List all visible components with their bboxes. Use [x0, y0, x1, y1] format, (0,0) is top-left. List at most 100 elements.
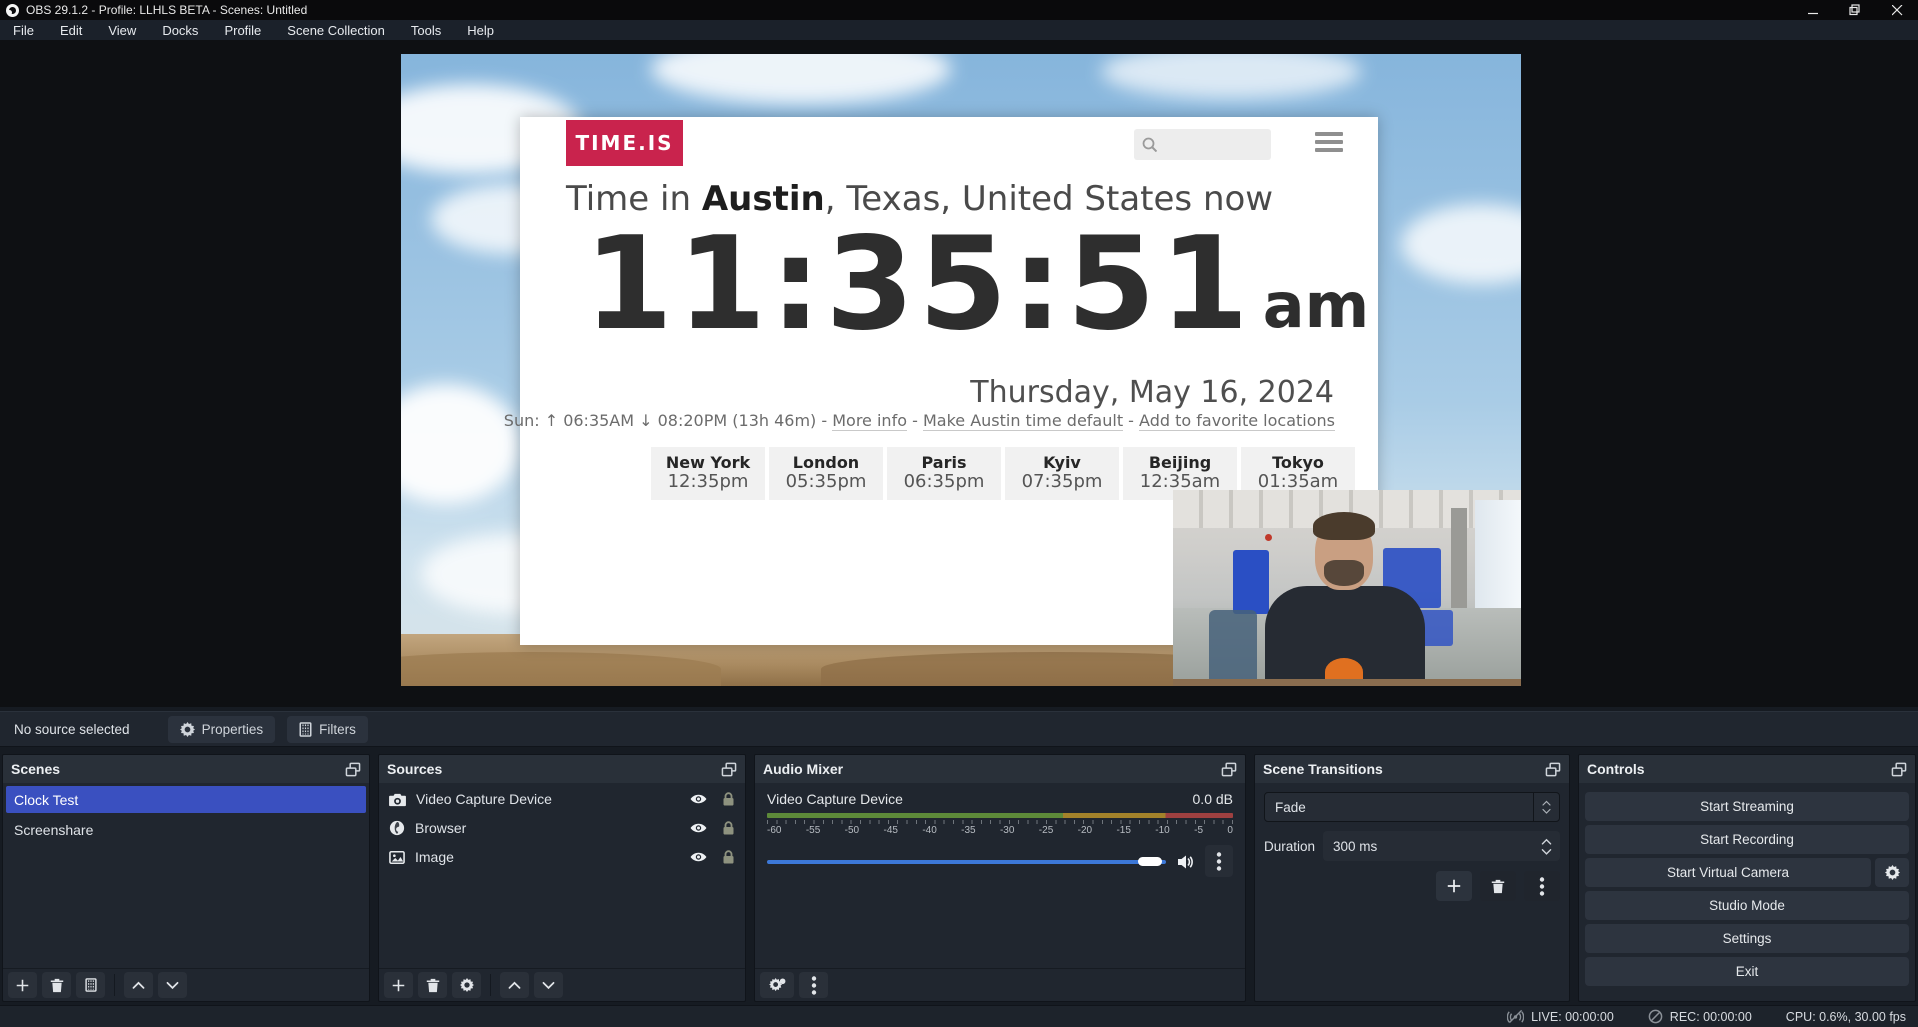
minimize-button[interactable]: [1792, 0, 1834, 20]
hamburger-menu-icon[interactable]: [1315, 130, 1343, 154]
popout-icon[interactable]: [1221, 762, 1237, 777]
more-info-link[interactable]: More info: [832, 411, 907, 431]
sources-panel: Sources Video Capture Device Browser: [378, 754, 746, 1002]
audio-mixer-header[interactable]: Audio Mixer: [755, 755, 1245, 783]
visibility-eye-icon[interactable]: [690, 850, 707, 864]
controls-title: Controls: [1587, 761, 1645, 777]
city-london[interactable]: London05:35pm: [769, 447, 883, 500]
mixer-level-db: 0.0 dB: [1193, 791, 1233, 807]
city-kyiv[interactable]: Kyiv07:35pm: [1005, 447, 1119, 500]
menu-help[interactable]: Help: [454, 20, 507, 40]
move-source-up-button[interactable]: [500, 972, 529, 998]
menu-view[interactable]: View: [95, 20, 149, 40]
chevron-down-icon[interactable]: [1541, 848, 1552, 855]
webcam-desk: [1173, 679, 1521, 686]
chevron-up-icon[interactable]: [1541, 838, 1552, 845]
scene-item-screenshare[interactable]: Screenshare: [6, 816, 366, 843]
virtual-camera-config-button[interactable]: [1875, 858, 1909, 887]
gear-icon: [180, 722, 195, 737]
sources-header[interactable]: Sources: [379, 755, 745, 783]
timeis-logo[interactable]: TIME.IS: [566, 120, 683, 166]
spin-arrows[interactable]: [1536, 838, 1560, 855]
channel-options-kebab-button[interactable]: [1205, 845, 1233, 877]
source-properties-button[interactable]: [452, 972, 481, 998]
scenes-header[interactable]: Scenes: [3, 755, 369, 783]
mixer-toolbar: [755, 968, 1245, 1001]
controls-header[interactable]: Controls: [1579, 755, 1915, 783]
add-source-button[interactable]: [384, 972, 413, 998]
remove-scene-button[interactable]: [42, 972, 71, 998]
audio-mixer-title: Audio Mixer: [763, 761, 843, 777]
menu-scene-collection[interactable]: Scene Collection: [274, 20, 398, 40]
program-canvas[interactable]: TIME.IS Time in Austin, Texas, United St…: [0, 40, 1918, 707]
scene-item-clock-test[interactable]: Clock Test: [6, 786, 366, 813]
scene-filters-button[interactable]: [76, 972, 105, 998]
popout-icon[interactable]: [721, 762, 737, 777]
volume-slider[interactable]: [767, 854, 1166, 868]
add-transition-button[interactable]: [1436, 871, 1472, 901]
meter-tick-labels: -60 -55 -50 -45 -40 -35 -30 -25 -20 -15 …: [767, 825, 1233, 836]
popout-icon[interactable]: [345, 762, 361, 777]
meter-tickmarks: [767, 820, 1233, 824]
transition-select[interactable]: Fade: [1264, 792, 1560, 822]
speaker-icon[interactable]: [1176, 854, 1195, 869]
make-default-link[interactable]: Make Austin time default: [923, 411, 1123, 431]
live-timer: LIVE: 00:00:00: [1531, 1010, 1614, 1024]
lock-icon[interactable]: [722, 850, 735, 864]
tick-label: -30: [1000, 825, 1014, 836]
lock-icon[interactable]: [722, 792, 735, 806]
popout-icon[interactable]: [1545, 762, 1561, 777]
menu-profile[interactable]: Profile: [211, 20, 274, 40]
tick-label: -45: [883, 825, 897, 836]
settings-button[interactable]: Settings: [1585, 924, 1909, 953]
move-source-down-button[interactable]: [534, 972, 563, 998]
tick-label: -20: [1078, 825, 1092, 836]
cloud: [401, 384, 521, 504]
restore-button[interactable]: [1834, 0, 1876, 20]
title-bar: OBS 29.1.2 - Profile: LLHLS BETA - Scene…: [0, 0, 1918, 20]
properties-button[interactable]: Properties: [168, 716, 276, 743]
city-name: New York: [666, 454, 750, 472]
volume-slider-handle[interactable]: [1138, 857, 1162, 866]
exit-button[interactable]: Exit: [1585, 957, 1909, 986]
menu-edit[interactable]: Edit: [47, 20, 95, 40]
scene-preview[interactable]: TIME.IS Time in Austin, Texas, United St…: [401, 54, 1521, 686]
dock-area: Scenes Clock Test Screenshare Sources: [0, 747, 1918, 1005]
transition-options-kebab-button[interactable]: [1524, 871, 1560, 901]
source-item-video-capture[interactable]: Video Capture Device: [379, 786, 745, 812]
start-recording-button[interactable]: Start Recording: [1585, 825, 1909, 854]
move-scene-down-button[interactable]: [158, 972, 187, 998]
volume-meter: [767, 813, 1233, 818]
remove-transition-button[interactable]: [1480, 871, 1516, 901]
favorite-link[interactable]: Add to favorite locations: [1139, 411, 1335, 431]
studio-mode-button[interactable]: Studio Mode: [1585, 891, 1909, 920]
start-virtual-camera-button[interactable]: Start Virtual Camera: [1585, 858, 1871, 887]
lock-icon[interactable]: [722, 821, 735, 835]
source-item-browser[interactable]: Browser: [379, 815, 745, 841]
remove-source-button[interactable]: [418, 972, 447, 998]
chevron-down-icon: [1542, 808, 1551, 814]
visibility-eye-icon[interactable]: [690, 792, 707, 806]
timeis-search-field[interactable]: [1134, 129, 1271, 160]
sun-times: Sun: ↑ 06:35AM ↓ 08:20PM (13h 46m) -: [504, 411, 832, 430]
move-scene-up-button[interactable]: [124, 972, 153, 998]
scene-transitions-panel: Scene Transitions Fade Duration 300 ms: [1254, 754, 1570, 1002]
webcam-person-beard: [1324, 560, 1364, 586]
city-paris[interactable]: Paris06:35pm: [887, 447, 1001, 500]
menu-docks[interactable]: Docks: [149, 20, 211, 40]
menu-file[interactable]: File: [0, 20, 47, 40]
visibility-eye-icon[interactable]: [690, 821, 707, 835]
filters-button[interactable]: Filters: [287, 716, 368, 743]
menu-tools[interactable]: Tools: [398, 20, 454, 40]
timeis-header: TIME.IS: [520, 117, 1378, 177]
close-button[interactable]: [1876, 0, 1918, 20]
popout-icon[interactable]: [1891, 762, 1907, 777]
add-scene-button[interactable]: [8, 972, 37, 998]
transitions-header[interactable]: Scene Transitions: [1255, 755, 1569, 783]
source-item-image[interactable]: Image: [379, 844, 745, 870]
advanced-audio-properties-button[interactable]: [760, 972, 794, 998]
duration-spinbox[interactable]: 300 ms: [1323, 831, 1560, 861]
mixer-options-kebab-button[interactable]: [799, 972, 828, 998]
start-streaming-button[interactable]: Start Streaming: [1585, 792, 1909, 821]
city-newyork[interactable]: New York12:35pm: [651, 447, 765, 500]
